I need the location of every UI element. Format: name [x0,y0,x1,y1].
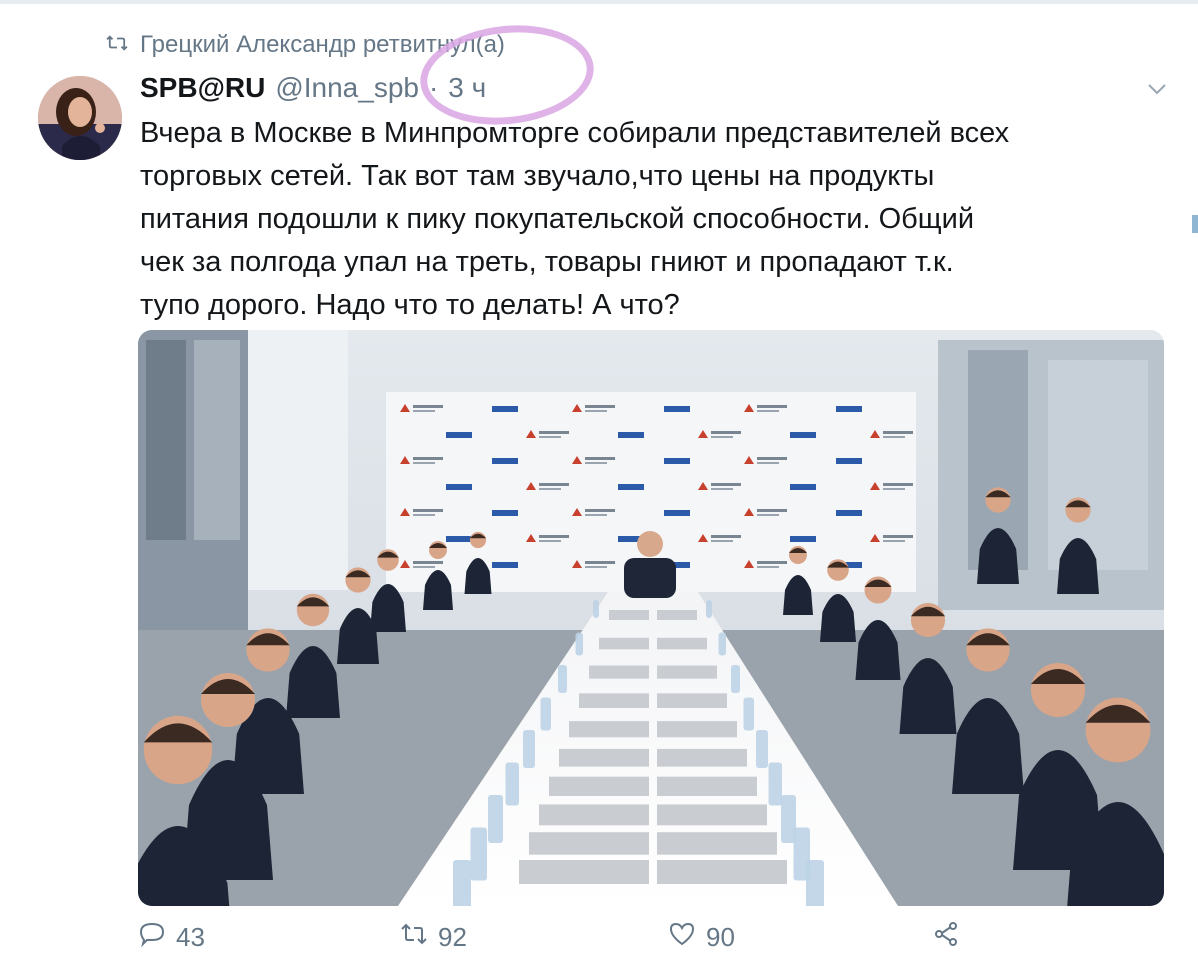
tweet-text-line: Вчера в Москве в Минпромторге собирали п… [140,117,1010,149]
heart-icon [668,920,696,955]
tweet-card: Грецкий Александр ретвитнул(а) SPB@RU @I… [0,0,1198,960]
tweet-photo[interactable] [138,330,1164,906]
share-icon [932,920,960,955]
retweet-icon [400,920,428,955]
retweet-count: 92 [438,922,467,952]
retweet-button[interactable]: 92 [400,920,467,955]
like-button[interactable]: 90 [668,920,735,955]
tweet-text-line: питания подошли к пику покупательской сп… [140,203,975,235]
tweet-text: Вчера в Москве в Минпромторге собирали п… [140,112,1170,327]
like-count: 90 [706,922,735,952]
reply-button[interactable]: 43 [138,920,205,955]
tweet-actions: 43 92 90 [0,920,1198,956]
avatar[interactable] [38,76,122,160]
tweet-text-line: тупо дорого. Надо что то делать! А что? [140,289,680,321]
share-button[interactable] [932,920,960,955]
chevron-down-icon[interactable] [1146,80,1168,98]
display-name[interactable]: SPB@RU [140,72,265,104]
top-divider [0,0,1198,4]
reply-icon [138,920,166,955]
tweet-text-line: чек за полгода упал на треть, товары гни… [140,246,954,278]
user-handle[interactable]: @Inna_spb [275,72,419,104]
tweet-text-line: торговых сетей. Так вот там звучало,что … [140,160,935,192]
reply-count: 43 [176,922,205,952]
retweet-icon [106,31,128,59]
scroll-indicator [1192,215,1198,233]
